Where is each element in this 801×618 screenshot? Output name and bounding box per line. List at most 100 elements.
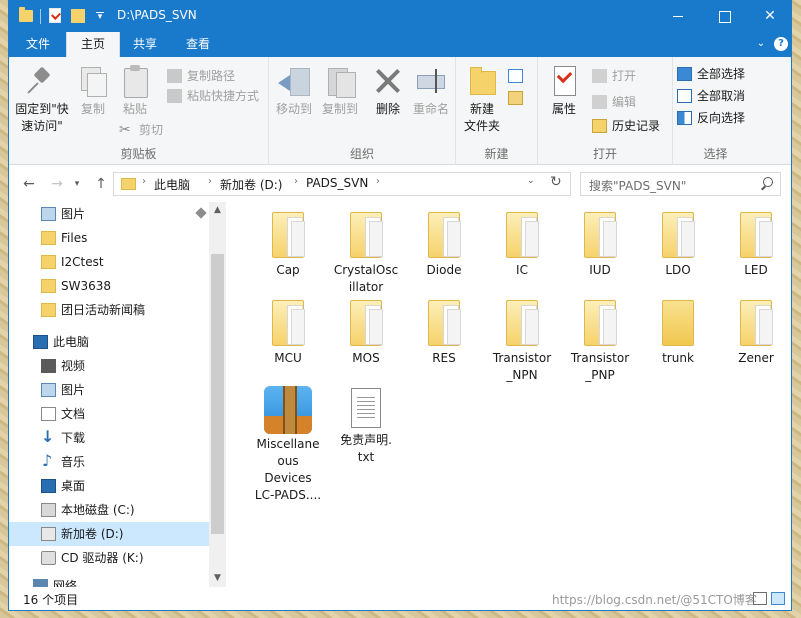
ribbon: 固定到"快 速访问" 复制 粘贴 复制路径 粘贴快捷方式 剪切 (9, 57, 791, 165)
list-item[interactable]: IUD (563, 204, 637, 279)
customize-toolbar-icon[interactable]: ▾ (93, 10, 107, 24)
nav-item-files[interactable]: Files (9, 226, 209, 250)
breadcrumb-this-pc[interactable]: 此电脑 (154, 176, 190, 193)
pictures-icon (41, 383, 56, 397)
nav-item-desktop[interactable]: 桌面 (9, 474, 209, 498)
tab-file[interactable]: 文件 (12, 32, 65, 57)
scrollbar-thumb[interactable] (211, 254, 224, 534)
search-input[interactable]: 搜索"PADS_SVN" (589, 177, 686, 194)
list-item[interactable]: 免责声明. txt (329, 382, 403, 466)
minimize-button[interactable] (655, 1, 701, 32)
nav-item-drive-d[interactable]: 新加卷 (D:) (9, 522, 209, 546)
file-name: CrystalOsc illator (333, 263, 399, 294)
edit-button[interactable]: 编辑 (592, 92, 636, 112)
paste-shortcut-button[interactable]: 粘贴快捷方式 (167, 86, 259, 106)
copy-button[interactable]: 复制 (73, 65, 113, 118)
copy-path-button[interactable]: 复制路径 (167, 66, 235, 86)
copy-label: 复制 (80, 102, 105, 116)
forward-arrow-icon[interactable]: → (47, 174, 67, 194)
address-bar[interactable]: › 此电脑 › 新加卷 (D:) › PADS_SVN › ⌄ ↻ (113, 172, 571, 196)
paste-button[interactable]: 粘贴 (115, 65, 155, 118)
move-to-button[interactable]: 移动到 (273, 65, 315, 118)
list-item[interactable]: RES (407, 292, 481, 367)
back-arrow-icon[interactable]: ← (19, 174, 39, 194)
new-item-button[interactable] (508, 66, 532, 86)
list-item[interactable]: Transistor _NPN (485, 292, 559, 384)
delete-button[interactable]: 删除 (371, 65, 405, 118)
title-bar[interactable]: ▾ D:\PADS_SVN ✕ (9, 1, 791, 32)
tab-home[interactable]: 主页 (66, 32, 121, 57)
chevron-up-icon[interactable]: ▲ (209, 202, 226, 219)
pin-quick-access-button[interactable]: 固定到"快 速访问" (13, 65, 71, 135)
open-group-label: 打开 (592, 147, 617, 161)
chevron-down-icon[interactable]: ⌄ (527, 176, 535, 186)
list-item[interactable]: CrystalOsc illator (329, 204, 403, 296)
list-item[interactable]: IC (485, 204, 559, 279)
cut-button[interactable]: 剪切 (119, 120, 163, 140)
list-item[interactable]: MOS (329, 292, 403, 367)
nav-item-cd-drive[interactable]: CD 驱动器 (K:) (9, 546, 209, 570)
rename-button[interactable]: 重命名 (409, 65, 453, 118)
file-name: 免责声明. txt (340, 433, 392, 464)
select-none-button[interactable]: 全部取消 (677, 86, 745, 106)
refresh-icon[interactable]: ↻ (550, 174, 562, 190)
list-item[interactable]: Transistor _PNP (563, 292, 637, 384)
navigation-pane: 图片 Files I2Ctest SW3638 团日活动新闻稿 此电脑 视频 图… (9, 202, 227, 587)
select-all-button[interactable]: 全部选择 (677, 64, 745, 84)
folder-icon (428, 300, 461, 346)
recent-locations-icon[interactable]: ▾ (71, 174, 83, 194)
list-item[interactable]: Diode (407, 204, 481, 279)
open-button[interactable]: 打开 (592, 66, 636, 86)
nav-item-downloads[interactable]: 下载 (9, 425, 209, 450)
file-name: MOS (352, 351, 380, 365)
tab-view[interactable]: 查看 (172, 32, 224, 57)
tab-share[interactable]: 共享 (119, 32, 171, 57)
chevron-down-icon[interactable]: ⌄ (754, 37, 768, 51)
nav-item-network[interactable]: 网络 (9, 574, 209, 587)
list-item[interactable]: LDO (641, 204, 715, 279)
folder-icon (740, 300, 773, 346)
nav-item-drive-c[interactable]: 本地磁盘 (C:) (9, 498, 209, 522)
details-view-icon[interactable] (753, 592, 767, 605)
breadcrumb-pads-svn[interactable]: PADS_SVN (306, 176, 368, 190)
nav-pane-scrollbar[interactable]: ▲ ▼ (209, 202, 226, 587)
nav-item-documents[interactable]: 文档 (9, 402, 209, 426)
properties-button[interactable]: 属性 (544, 65, 584, 118)
nav-item-this-pc[interactable]: 此电脑 (9, 330, 209, 354)
new-folder-button[interactable]: 新建 文件夹 (460, 65, 504, 135)
new-folder-icon[interactable] (71, 9, 85, 23)
up-arrow-icon[interactable]: ↑ (91, 174, 111, 194)
list-item[interactable]: Cap (251, 204, 325, 279)
nav-item-pictures[interactable]: 图片 (9, 378, 209, 402)
invert-selection-button[interactable]: 反向选择 (677, 108, 745, 128)
rename-label: 重命名 (412, 102, 449, 116)
nav-item-videos[interactable]: 视频 (9, 354, 209, 378)
nav-item-label: 下载 (61, 431, 86, 445)
list-item[interactable]: Miscellane ous Devices LC-PADS.... (251, 382, 325, 504)
history-button[interactable]: 历史记录 (592, 116, 660, 136)
nav-item-sw3638[interactable]: SW3638 (9, 274, 209, 298)
maximize-button[interactable] (701, 1, 747, 32)
search-box[interactable]: 搜索"PADS_SVN" (580, 172, 781, 196)
close-button[interactable]: ✕ (747, 1, 793, 32)
properties-icon[interactable] (49, 8, 61, 23)
copy-to-button[interactable]: 复制到 (319, 65, 361, 118)
list-item[interactable]: LED (719, 204, 793, 279)
breadcrumb-drive-d[interactable]: 新加卷 (D:) (220, 176, 282, 193)
list-item[interactable]: Zener (719, 292, 793, 367)
list-item[interactable]: trunk (641, 292, 715, 367)
chevron-down-icon[interactable]: ▼ (209, 570, 226, 587)
list-item[interactable]: MCU (251, 292, 325, 367)
nav-item-pictures-quick[interactable]: 图片 (9, 202, 209, 226)
nav-item-i2ctest[interactable]: I2Ctest (9, 250, 209, 274)
easy-access-button[interactable] (508, 88, 532, 108)
open-group: 属性 打开 编辑 历史记录 打开 (538, 57, 673, 165)
file-name: LED (744, 263, 768, 277)
nav-item-news[interactable]: 团日活动新闻稿 (9, 298, 209, 322)
folder-icon (272, 300, 305, 346)
large-icons-view-icon[interactable] (771, 592, 785, 605)
nav-item-music[interactable]: 音乐 (9, 449, 209, 474)
folder-icon (506, 212, 539, 258)
select-all-icon (677, 67, 692, 81)
help-icon[interactable]: ? (774, 37, 788, 51)
